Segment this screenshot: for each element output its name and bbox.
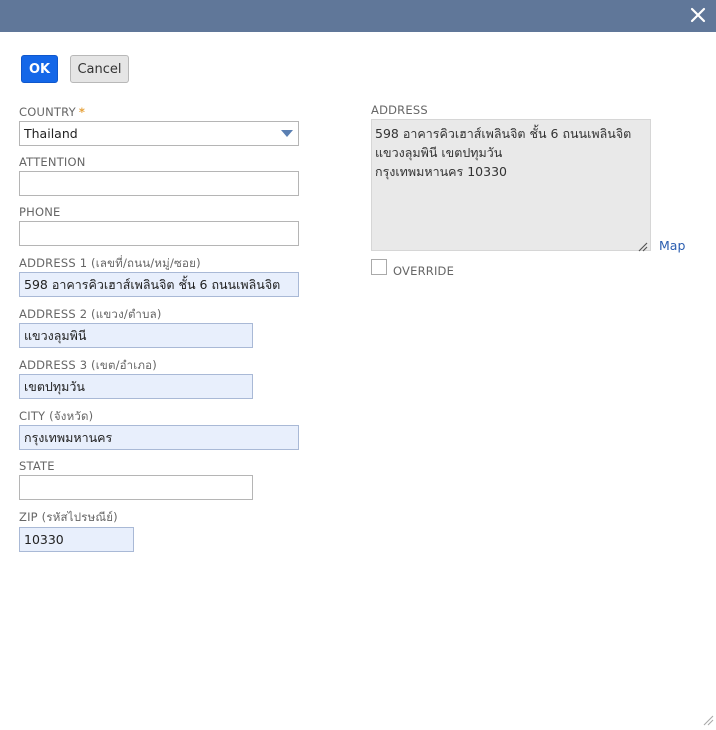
address3-input[interactable]: เขตปทุมวัน <box>19 374 253 399</box>
address3-label: ADDRESS 3 (เขต/อำเภอ) <box>19 358 157 372</box>
address-line: 598 อาคารคิวเฮาส์เพลินจิต ชั้น 6 ถนนเพลิ… <box>375 126 632 141</box>
phone-label: PHONE <box>19 205 61 219</box>
address1-input[interactable]: 598 อาคารคิวเฮาส์เพลินจิต ชั้น 6 ถนนเพลิ… <box>19 272 299 297</box>
country-value: Thailand <box>24 126 78 141</box>
ok-button[interactable]: OK <box>21 55 58 83</box>
map-link[interactable]: Map <box>659 238 685 253</box>
dialog-titlebar <box>0 0 716 32</box>
zip-label: ZIP (รหัสไปรษณีย์) <box>19 510 118 524</box>
window-resize-grip-icon[interactable] <box>702 711 714 726</box>
resize-handle-icon[interactable] <box>638 238 648 252</box>
country-label: COUNTRY * <box>19 105 85 119</box>
country-label-text: COUNTRY <box>19 105 76 119</box>
address-preview-textarea[interactable]: 598 อาคารคิวเฮาส์เพลินจิต ชั้น 6 ถนนเพลิ… <box>371 119 651 252</box>
city-label: CITY (จังหวัด) <box>19 409 94 423</box>
required-marker: * <box>78 105 86 119</box>
address2-input[interactable]: แขวงลุมพินี <box>19 323 253 348</box>
override-checkbox[interactable] <box>371 259 387 275</box>
close-icon[interactable] <box>688 5 708 25</box>
state-input[interactable] <box>19 475 253 500</box>
override-label: OVERRIDE <box>393 264 455 278</box>
attention-label: ATTENTION <box>19 155 86 169</box>
dropdown-arrow-icon <box>281 130 293 137</box>
address-line: กรุงเทพมหานคร 10330 <box>375 164 507 179</box>
attention-input[interactable] <box>19 171 299 196</box>
zip-input[interactable]: 10330 <box>19 527 134 552</box>
address1-label: ADDRESS 1 (เลขที่/ถนน/หมู่/ซอย) <box>19 256 201 270</box>
address2-label: ADDRESS 2 (แขวง/ตำบล) <box>19 307 162 321</box>
state-label: STATE <box>19 459 55 473</box>
phone-input[interactable] <box>19 221 299 246</box>
city-input[interactable]: กรุงเทพมหานคร <box>19 425 299 450</box>
address-preview-label: ADDRESS <box>371 103 428 117</box>
address-line: แขวงลุมพินี เขตปทุมวัน <box>375 145 503 160</box>
cancel-button[interactable]: Cancel <box>70 55 129 83</box>
country-select[interactable]: Thailand <box>19 121 299 146</box>
